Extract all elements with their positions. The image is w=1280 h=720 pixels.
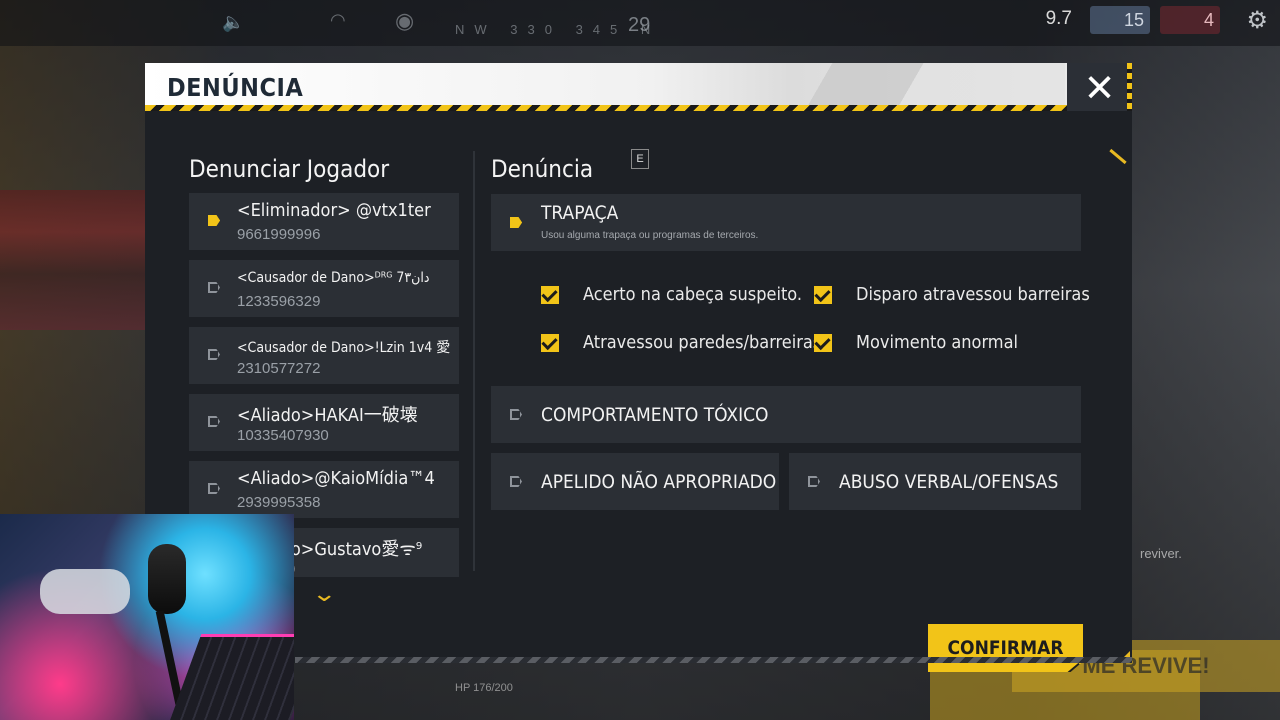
checkmark-icon[interactable] — [541, 285, 559, 304]
player-item-3[interactable]: <Causador de Dano>!Lzin 1v4 愛 2310577272 — [189, 327, 459, 384]
option-wallhack[interactable]: Atravessou paredes/barreiras — [541, 332, 821, 353]
report-heading: Denúncia — [491, 155, 594, 183]
player-name: <Aliado>@KaioMídia™4 — [237, 468, 435, 489]
option-label: Movimento anormal — [856, 332, 1018, 353]
revive-hint: reviver. — [1140, 546, 1182, 561]
hud-top-bar: 🔈 ◠ ◉ NW 330 345 N 29 9.7 15 4 ⚙ — [0, 0, 1280, 46]
header-decoration — [675, 63, 1065, 105]
option-label: Disparo atravessou barreiras — [856, 284, 1090, 305]
close-button[interactable]: ✕ — [1067, 63, 1132, 115]
arrow-bullet-icon — [510, 476, 522, 487]
category-label: COMPORTAMENTO TÓXICO — [541, 404, 769, 426]
confirm-button[interactable]: CONFIRMAR — [928, 624, 1083, 672]
option-label: Acerto na cabeça suspeito. — [583, 284, 803, 305]
category-description: Usou alguma trapaça ou programas de terc… — [541, 230, 759, 241]
player-name: <Aliado>HAKAI一破壊 — [237, 405, 418, 426]
arrow-bullet-icon — [208, 349, 220, 360]
checkmark-icon[interactable] — [814, 285, 832, 304]
arrow-bullet-icon — [510, 217, 522, 228]
alive-counter: 15 — [1090, 6, 1150, 34]
category-label: ABUSO VERBAL/OFENSAS — [839, 471, 1059, 493]
player-id: 9661999996 — [237, 226, 321, 243]
spectate-eye-icon[interactable]: ◉ — [395, 8, 414, 34]
corner-decoration — [1109, 148, 1127, 165]
category-verbal-abuse[interactable]: ABUSO VERBAL/OFENSAS — [789, 453, 1081, 510]
cursor-marker: E — [631, 149, 649, 169]
checkmark-icon[interactable] — [814, 333, 832, 352]
category-nickname[interactable]: APELIDO NÃO APROPRIADO — [491, 453, 779, 510]
category-toxic[interactable]: COMPORTAMENTO TÓXICO — [491, 386, 1081, 443]
player-id: 2310577272 — [237, 360, 321, 377]
close-icon: ✕ — [1083, 68, 1116, 110]
category-label: APELIDO NÃO APROPRIADO — [541, 471, 777, 493]
player-id: 1233596329 — [237, 293, 321, 310]
arrow-bullet-icon — [208, 215, 220, 226]
wifi-icon: ◠ — [330, 10, 346, 30]
player-item-5[interactable]: <Aliado>@KaioMídia™4 2939995358 — [189, 461, 459, 518]
arrow-bullet-icon — [208, 282, 220, 293]
player-item-1[interactable]: <Eliminador> @vtx1ter 9661999996 — [189, 193, 459, 250]
arrow-bullet-icon — [510, 409, 522, 420]
gear-icon[interactable]: ⚙ — [1246, 6, 1268, 35]
score-value: 9.7 — [1045, 8, 1072, 29]
microphone — [148, 544, 186, 614]
arrow-bullet-icon — [808, 476, 820, 487]
chevron-down-icon[interactable]: ⌄ — [311, 581, 337, 607]
dialog-title: DENÚNCIA — [167, 73, 304, 102]
webcam-overlay — [0, 514, 294, 720]
player-id: 2939995358 — [237, 494, 321, 511]
speaker-icon[interactable]: 🔈 — [222, 12, 244, 33]
compass-value: 29 — [628, 14, 651, 36]
column-divider — [473, 151, 475, 571]
cheat-options: Acerto na cabeça suspeito. Disparo atrav… — [541, 284, 1101, 394]
checkmark-icon[interactable] — [541, 333, 559, 352]
hp-readout: HP 176/200 — [455, 682, 513, 694]
dialog-header: DENÚNCIA — [145, 63, 1067, 111]
option-movement[interactable]: Movimento anormal — [814, 332, 1018, 353]
player-item-2[interactable]: <Causador de Dano>ᴰᴿᴳ ﺩﺍﻥ7٣ 1233596329 — [189, 260, 459, 317]
kill-counter: 4 — [1160, 6, 1220, 34]
player-name: <Causador de Dano>!Lzin 1v4 愛 — [237, 340, 451, 356]
player-name: <Causador de Dano>ᴰᴿᴳ ﺩﺍﻥ7٣ — [237, 270, 430, 286]
category-label: TRAPAÇA — [541, 202, 619, 224]
keyboard — [168, 634, 294, 720]
players-heading: Denunciar Jogador — [189, 155, 390, 183]
option-label: Atravessou paredes/barreiras — [583, 332, 822, 353]
gamepad — [40, 569, 130, 614]
corner-decoration — [1120, 651, 1130, 661]
arrow-bullet-icon — [208, 483, 220, 494]
option-headshot[interactable]: Acerto na cabeça suspeito. — [541, 284, 802, 305]
kill-feed-area — [0, 190, 145, 330]
player-name: <Eliminador> @vtx1ter — [237, 200, 431, 221]
arrow-bullet-icon — [208, 416, 220, 427]
player-item-4[interactable]: <Aliado>HAKAI一破壊 10335407930 — [189, 394, 459, 451]
category-cheat[interactable]: TRAPAÇA Usou alguma trapaça ou programas… — [491, 194, 1081, 251]
player-id: 10335407930 — [237, 427, 329, 444]
option-shoot-through[interactable]: Disparo atravessou barreiras — [814, 284, 1090, 305]
